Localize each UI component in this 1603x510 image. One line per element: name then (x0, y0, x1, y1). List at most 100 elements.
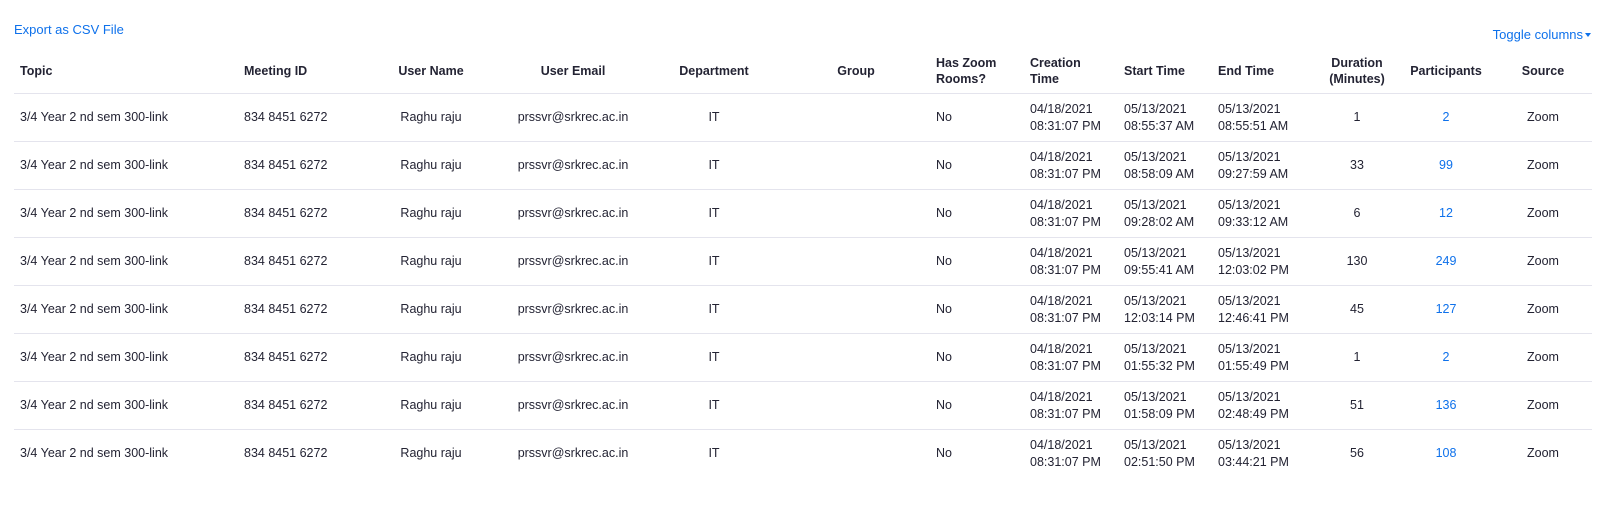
cell-meeting-id: 834 8451 6272 (238, 189, 362, 238)
cell-department: IT (646, 381, 782, 430)
cell-participants: 127 (1398, 285, 1494, 334)
column-header-department[interactable]: Department (646, 48, 782, 94)
cell-has-zoom-rooms: No (930, 333, 1024, 382)
date-text: 05/13/2021 (1124, 149, 1187, 164)
time-text: 01:58:09 PM (1124, 406, 1195, 421)
cell-start-time: 05/13/2021 01:55:32 PM (1118, 333, 1212, 382)
date-text: 05/13/2021 (1218, 341, 1281, 356)
participants-link[interactable]: 2 (1443, 350, 1450, 364)
column-header-meeting-id[interactable]: Meeting ID (238, 48, 362, 94)
date-text: 05/13/2021 (1124, 101, 1187, 116)
cell-creation-time: 04/18/2021 08:31:07 PM (1024, 141, 1118, 190)
time-text: 08:55:51 AM (1218, 118, 1289, 133)
cell-end-time: 05/13/2021 09:33:12 AM (1212, 189, 1316, 238)
cell-user-name: Raghu raju (362, 189, 500, 238)
cell-user-email: prssvr@srkrec.ac.in (500, 285, 646, 334)
cell-source: Zoom (1527, 446, 1559, 460)
table-row: 3/4 Year 2 nd sem 300-link 834 8451 6272 R… (14, 189, 1592, 238)
time-text: 01:55:49 PM (1218, 358, 1289, 373)
time-text: 09:27:59 AM (1218, 166, 1289, 181)
toggle-columns-label[interactable]: Toggle columns (1493, 27, 1583, 42)
date-text: 05/13/2021 (1124, 389, 1187, 404)
participants-link[interactable]: 249 (1436, 254, 1457, 268)
cell-participants: 99 (1398, 141, 1494, 190)
cell-start-time: 05/13/2021 12:03:14 PM (1118, 285, 1212, 334)
cell-meeting-id: 834 8451 6272 (238, 93, 362, 142)
participants-link[interactable]: 2 (1443, 110, 1450, 124)
date-text: 04/18/2021 (1030, 245, 1093, 260)
cell-department: IT (708, 446, 720, 460)
cell-source: Zoom (1494, 333, 1592, 382)
cell-topic: 3/4 Year 2 nd sem 300-link (14, 93, 238, 142)
column-header-duration[interactable]: Duration (Minutes) (1316, 48, 1398, 94)
date-text: 04/18/2021 (1030, 341, 1093, 356)
column-header-user-name[interactable]: User Name (362, 48, 500, 94)
cell-meeting-id: 834 8451 6272 (238, 333, 362, 382)
cell-group (782, 285, 930, 334)
time-text: 08:31:07 PM (1030, 310, 1101, 325)
cell-creation-time: 04/18/2021 08:31:07 PM (1024, 285, 1118, 334)
column-header-start-time[interactable]: Start Time (1118, 48, 1212, 94)
date-text: 05/13/2021 (1218, 293, 1281, 308)
time-text: 02:51:50 PM (1124, 454, 1195, 469)
column-header-user-email[interactable]: User Email (500, 48, 646, 94)
cell-creation-time: 04/18/2021 08:31:07 PM (1024, 93, 1118, 142)
cell-participants: 108 (1398, 430, 1494, 478)
date-text: 05/13/2021 (1218, 149, 1281, 164)
cell-user-name: Raghu raju (362, 333, 500, 382)
date-text: 04/18/2021 (1030, 149, 1093, 164)
time-text: 08:58:09 AM (1124, 166, 1195, 181)
table-row: 3/4 Year 2 nd sem 300-link 834 8451 6272 R… (14, 93, 1592, 142)
date-text: 05/13/2021 (1124, 293, 1187, 308)
caret-down-icon[interactable] (1585, 33, 1591, 37)
participants-link[interactable]: 136 (1436, 398, 1457, 412)
cell-user-email: prssvr@srkrec.ac.in (500, 333, 646, 382)
column-header-group[interactable]: Group (782, 48, 930, 94)
participants-link[interactable]: 127 (1436, 302, 1457, 316)
table-header-row: Topic Meeting ID User Name User Email De… (14, 48, 1592, 94)
date-text: 04/18/2021 (1030, 437, 1093, 452)
cell-group (782, 93, 930, 142)
cell-group (782, 333, 930, 382)
export-csv-link[interactable]: Export as CSV File (14, 22, 124, 37)
toggle-columns-dropdown[interactable]: Toggle columns (1493, 27, 1591, 42)
date-text: 05/13/2021 (1218, 197, 1281, 212)
cell-group (782, 381, 930, 430)
participants-link[interactable]: 108 (1436, 446, 1457, 460)
column-header-creation-time[interactable]: Creation Time (1024, 48, 1118, 94)
column-header-has-zoom-rooms[interactable]: Has Zoom Rooms? (930, 48, 1024, 94)
cell-department: IT (646, 141, 782, 190)
cell-has-zoom-rooms: No (930, 93, 1024, 142)
time-text: 08:31:07 PM (1030, 358, 1101, 373)
cell-start-time: 05/13/2021 01:58:09 PM (1118, 381, 1212, 430)
column-header-end-time[interactable]: End Time (1212, 48, 1316, 94)
column-header-topic[interactable]: Topic (14, 48, 238, 94)
cell-department: IT (646, 189, 782, 238)
date-text: 05/13/2021 (1218, 101, 1281, 116)
header-line: Duration (1331, 55, 1383, 70)
cell-group (782, 141, 930, 190)
column-header-participants[interactable]: Participants (1398, 48, 1494, 94)
cell-source: Zoom (1494, 381, 1592, 430)
cell-creation-time: 04/18/2021 08:31:07 PM (1024, 333, 1118, 382)
cell-user-name: Raghu raju (400, 446, 462, 460)
table-row: 3/4 Year 2 nd sem 300-link 834 8451 6272 R… (14, 381, 1592, 430)
column-header-source[interactable]: Source (1494, 48, 1592, 94)
cell-user-email: prssvr@srkrec.ac.in (500, 381, 646, 430)
time-text: 08:55:37 AM (1124, 118, 1195, 133)
time-text: 01:55:32 PM (1124, 358, 1195, 373)
date-text: 05/13/2021 (1218, 437, 1281, 452)
cell-has-zoom-rooms: No (930, 189, 1024, 238)
cell-user-name: Raghu raju (362, 381, 500, 430)
cell-duration: 1 (1316, 333, 1398, 382)
cell-source: Zoom (1494, 189, 1592, 238)
cell-meeting-id: 834 8451 6272 (238, 237, 362, 286)
cell-topic: 3/4 Year 2 nd sem 300-link (14, 141, 238, 190)
participants-link[interactable]: 99 (1439, 158, 1453, 172)
cell-department: IT (646, 237, 782, 286)
cell-department: IT (646, 93, 782, 142)
cell-group (782, 237, 930, 286)
date-text: 05/13/2021 (1124, 197, 1187, 212)
participants-link[interactable]: 12 (1439, 206, 1453, 220)
time-text: 09:28:02 AM (1124, 214, 1195, 229)
